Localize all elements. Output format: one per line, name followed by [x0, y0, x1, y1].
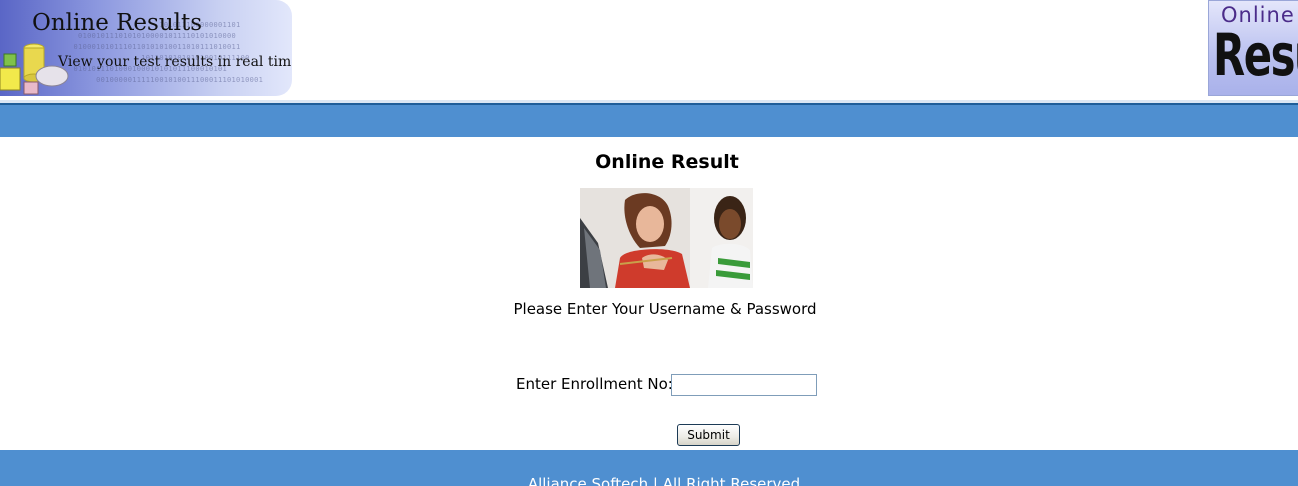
- nav-bar: [0, 103, 1298, 137]
- enrollment-label: Enter Enrollment No:: [516, 375, 673, 393]
- footer-copyright: Alliance Softech | All Right Reserved: [527, 475, 801, 486]
- online-results-banner: 101011100000001101 010010111010101000010…: [0, 0, 292, 96]
- login-instructions: Please Enter Your Username & Password: [513, 300, 817, 318]
- login-panel: Online Result Please Enter Your Username…: [0, 137, 1298, 450]
- banner-tagline: View your test results in real time: [58, 54, 292, 70]
- logo-big-text: Resul: [1213, 21, 1298, 89]
- page-title: Online Result: [595, 151, 739, 173]
- page-footer: Alliance Softech | All Right Reserved: [0, 450, 1298, 486]
- students-photo: [580, 188, 753, 288]
- banner-title: Online Results: [32, 10, 203, 36]
- enrollment-input[interactable]: [671, 374, 817, 396]
- page-header: 101011100000001101 010010111010101000010…: [0, 0, 1298, 100]
- online-result-logo: Online Resul: [1208, 0, 1298, 96]
- students-photo-image: [580, 188, 753, 288]
- submit-button[interactable]: Submit: [677, 424, 740, 446]
